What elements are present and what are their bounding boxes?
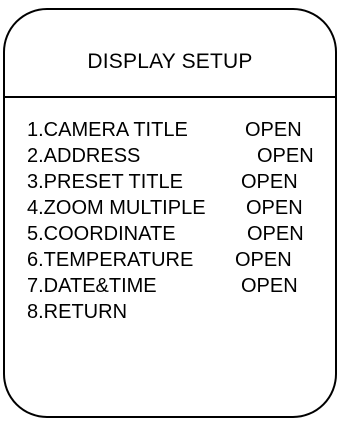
menu-item-label: 1.CAMERA TITLE bbox=[27, 119, 188, 141]
menu-item-value: OPEN bbox=[235, 249, 292, 271]
menu-item-return[interactable]: 8.RETURN bbox=[27, 299, 317, 325]
menu-item-value: OPEN bbox=[257, 145, 314, 167]
menu-item-zoom-multiple[interactable]: 4.ZOOM MULTIPLE OPEN bbox=[27, 195, 317, 221]
menu-list: 1.CAMERA TITLE OPEN 2.ADDRESS OPEN 3.PRE… bbox=[27, 117, 317, 325]
menu-item-label: 4.ZOOM MULTIPLE bbox=[27, 197, 206, 219]
menu-item-value: OPEN bbox=[241, 275, 298, 297]
menu-item-label: 7.DATE&TIME bbox=[27, 275, 157, 297]
menu-item-coordinate[interactable]: 5.COORDINATE OPEN bbox=[27, 221, 317, 247]
title-divider bbox=[5, 96, 335, 98]
menu-item-address[interactable]: 2.ADDRESS OPEN bbox=[27, 143, 317, 169]
menu-item-label: 6.TEMPERATURE bbox=[27, 249, 194, 271]
menu-item-label: 3.PRESET TITLE bbox=[27, 171, 183, 193]
menu-item-label: 8.RETURN bbox=[27, 301, 128, 323]
menu-item-value: OPEN bbox=[246, 197, 303, 219]
menu-item-value: OPEN bbox=[245, 119, 302, 141]
menu-item-camera-title[interactable]: 1.CAMERA TITLE OPEN bbox=[27, 117, 317, 143]
menu-item-preset-title[interactable]: 3.PRESET TITLE OPEN bbox=[27, 169, 317, 195]
menu-item-label: 2.ADDRESS bbox=[27, 145, 141, 167]
menu-item-value: OPEN bbox=[247, 223, 304, 245]
display-setup-menu-panel: DISPLAY SETUP 1.CAMERA TITLE OPEN 2.ADDR… bbox=[3, 8, 337, 418]
menu-item-date-time[interactable]: 7.DATE&TIME OPEN bbox=[27, 273, 317, 299]
menu-item-temperature[interactable]: 6.TEMPERATURE OPEN bbox=[27, 247, 317, 273]
menu-item-value: OPEN bbox=[241, 171, 298, 193]
menu-title: DISPLAY SETUP bbox=[87, 50, 253, 73]
menu-item-label: 5.COORDINATE bbox=[27, 223, 176, 245]
